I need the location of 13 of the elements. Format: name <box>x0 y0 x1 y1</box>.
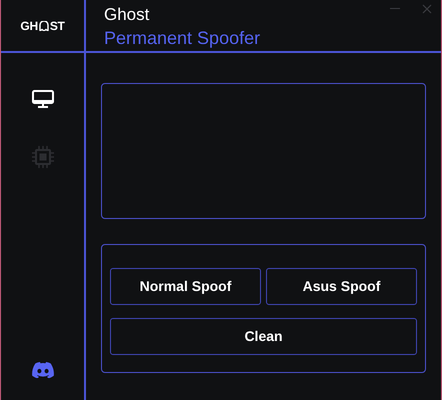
ghost-icon <box>38 20 49 30</box>
logo-text: ST <box>50 18 65 34</box>
action-button[interactable]: Normal Spoof <box>110 268 261 305</box>
window-title: Ghost <box>104 4 150 26</box>
close-icon[interactable] <box>422 4 432 14</box>
window-subtitle: Permanent Spoofer <box>104 27 260 50</box>
monitor-icon[interactable] <box>32 90 54 108</box>
logo-text: GH <box>20 18 38 34</box>
chip-icon[interactable] <box>32 146 54 168</box>
minimize-icon[interactable] <box>390 8 400 10</box>
action-button[interactable]: Clean <box>110 318 417 355</box>
action-button[interactable]: Asus Spoof <box>266 268 417 305</box>
discord-icon[interactable] <box>32 362 54 378</box>
